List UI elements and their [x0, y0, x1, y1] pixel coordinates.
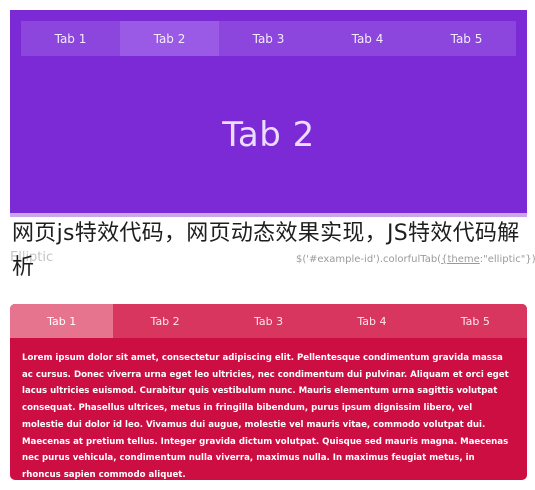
red-tab-2[interactable]: Tab 2 [113, 304, 216, 338]
purple-tab-2[interactable]: Tab 2 [120, 21, 219, 56]
purple-tab-5[interactable]: Tab 5 [417, 21, 516, 56]
red-tab-bar: Tab 1 Tab 2 Tab 3 Tab 4 Tab 5 [10, 304, 527, 338]
red-tab-content-paragraph: Lorem ipsum dolor sit amet, consectetur … [22, 353, 509, 480]
caption-area: Elliptic $('#example-id').colorfulTab({t… [0, 217, 535, 287]
purple-tab-1[interactable]: Tab 1 [21, 21, 120, 56]
purple-tab-content-heading: Tab 2 [222, 115, 315, 155]
purple-tab-4[interactable]: Tab 4 [318, 21, 417, 56]
red-tab-3[interactable]: Tab 3 [217, 304, 320, 338]
purple-tab-bar: Tab 1 Tab 2 Tab 3 Tab 4 Tab 5 [21, 21, 516, 56]
purple-tab-demo: Tab 1 Tab 2 Tab 3 Tab 4 Tab 5 Tab 2 [10, 10, 527, 213]
purple-tab-3[interactable]: Tab 3 [219, 21, 318, 56]
overlay-title: 网页js特效代码，网页动态效果实现，JS特效代码解析 [12, 221, 520, 280]
red-tab-1[interactable]: Tab 1 [10, 304, 114, 338]
red-tab-5[interactable]: Tab 5 [424, 304, 527, 338]
red-tab-4[interactable]: Tab 4 [320, 304, 423, 338]
red-tab-demo: Tab 1 Tab 2 Tab 3 Tab 4 Tab 5 Lorem ipsu… [10, 304, 527, 480]
